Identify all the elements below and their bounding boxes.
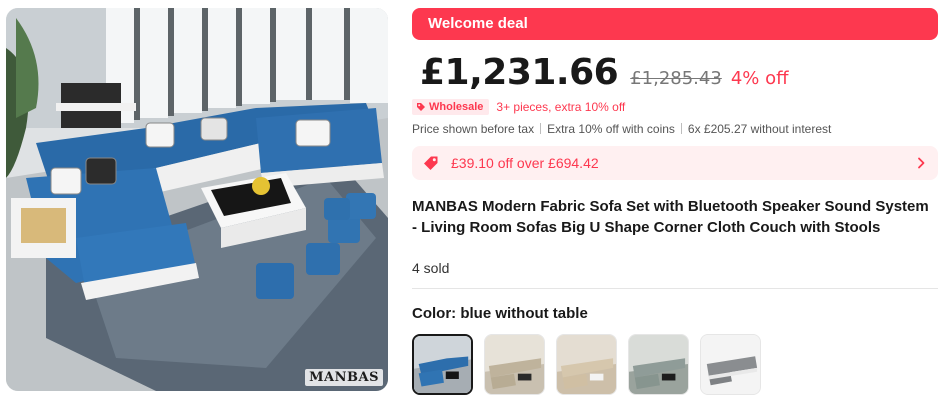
current-price: £1,231.66 <box>420 52 619 93</box>
tax-note: Price shown before tax <box>412 122 535 136</box>
sofa-photo-illustration <box>6 8 388 391</box>
separator <box>540 123 542 134</box>
coupon-text: £39.10 off over £694.42 <box>451 155 599 171</box>
sold-count: 4 sold <box>412 260 450 276</box>
color-swatches <box>412 334 938 395</box>
coupon-bar[interactable]: £39.10 off over £694.42 <box>412 146 938 180</box>
product-title: MANBAS Modern Fabric Sofa Set with Bluet… <box>412 198 929 236</box>
welcome-deal-banner: Welcome deal <box>412 8 938 40</box>
price-row: £1,231.66 £1,285.43 4% off <box>412 52 938 98</box>
installment-note: 6x £205.27 without interest <box>687 122 832 136</box>
wholesale-badge: Wholesale <box>412 99 490 115</box>
sofa-thumbnail-icon <box>557 335 616 394</box>
price-tag-icon <box>424 156 438 170</box>
color-swatch-blue-without-table[interactable] <box>412 334 473 395</box>
coins-note: Extra 10% off with coins <box>547 122 675 136</box>
sofa-thumbnail-icon <box>414 336 471 393</box>
color-swatch-option-5[interactable] <box>700 334 761 395</box>
tag-icon <box>417 103 425 111</box>
color-swatch-option-2[interactable] <box>484 334 545 395</box>
color-label: Color: blue without table <box>412 305 588 322</box>
wholesale-badge-label: Wholesale <box>429 101 484 113</box>
discount-percent: 4% off <box>730 68 789 89</box>
chevron-right-icon <box>918 157 925 169</box>
separator <box>680 123 682 134</box>
price-sub-info: Price shown before tax Extra 10% off with… <box>412 120 938 138</box>
brand-watermark: MANBAS <box>305 369 383 386</box>
main-product-image[interactable]: MANBAS <box>6 8 388 391</box>
sofa-thumbnail-icon <box>485 335 544 394</box>
color-swatch-option-4[interactable] <box>628 334 689 395</box>
color-swatch-option-3[interactable] <box>556 334 617 395</box>
sofa-thumbnail-icon <box>629 335 688 394</box>
sofa-thumbnail-icon <box>701 335 760 394</box>
product-info-panel: Welcome deal £1,231.66 £1,285.43 4% off … <box>412 8 938 395</box>
wholesale-offer-text: 3+ pieces, extra 10% off <box>496 100 626 114</box>
divider <box>412 288 938 289</box>
wholesale-row: Wholesale 3+ pieces, extra 10% off <box>412 98 938 116</box>
original-price: £1,285.43 <box>630 68 722 89</box>
